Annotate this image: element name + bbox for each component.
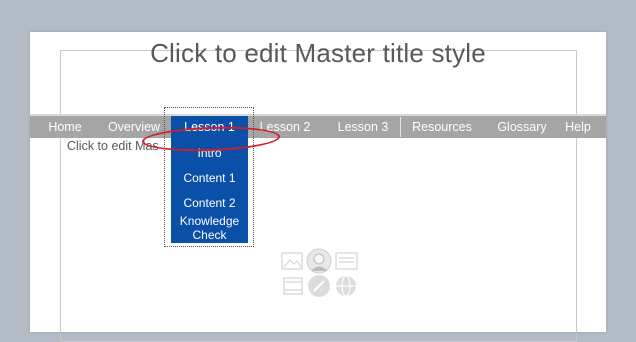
- globe-icon[interactable]: [336, 275, 356, 297]
- nav-lesson-3[interactable]: Lesson 3: [332, 116, 394, 138]
- content-placeholder-icons: [281, 248, 358, 297]
- nav-resources[interactable]: Resources: [406, 116, 478, 138]
- nav-home[interactable]: Home: [40, 116, 90, 138]
- edit-icon[interactable]: [308, 275, 330, 297]
- text-card-icon[interactable]: [335, 252, 358, 270]
- dropdown-item-content-1[interactable]: Content 1: [171, 171, 248, 185]
- media-icon[interactable]: [283, 277, 303, 295]
- avatar-icon[interactable]: [306, 248, 332, 274]
- nav-help[interactable]: Help: [560, 116, 596, 138]
- master-title-placeholder[interactable]: Click to edit Master title style: [0, 38, 636, 69]
- dropdown-item-content-2[interactable]: Content 2: [171, 196, 248, 210]
- nav-divider: [400, 117, 401, 137]
- picture-icon[interactable]: [281, 252, 303, 270]
- dropdown-item-knowledge-check[interactable]: Knowledge Check: [171, 214, 248, 242]
- lesson-1-dropdown: Intro Content 1 Content 2 Knowledge Chec…: [171, 138, 248, 243]
- navbar: Home Overview Lesson 1 Lesson 2 Lesson 3…: [30, 114, 606, 138]
- nav-glossary[interactable]: Glossary: [494, 116, 550, 138]
